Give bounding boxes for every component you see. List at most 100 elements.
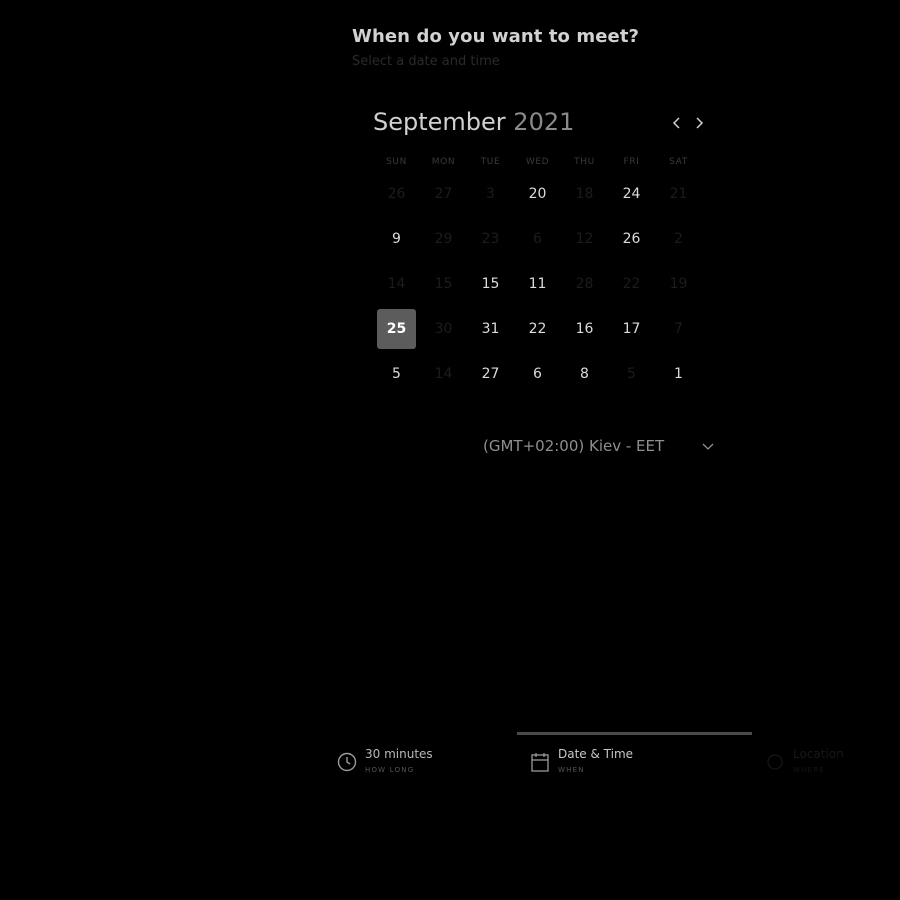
step-location-subtitle: WHERE (793, 766, 825, 774)
step-date-time[interactable]: Date & Time WHEN (530, 746, 660, 780)
calendar-day: 18 (561, 171, 608, 216)
calendar-day-number: 31 (481, 320, 500, 337)
timezone-label: (GMT+02:00) Kiev - EET (483, 437, 665, 455)
calendar-day: 15 (420, 261, 467, 306)
calendar-day: 5 (608, 351, 655, 396)
calendar-month: September (373, 108, 506, 136)
calendar-day-number: 2 (674, 230, 683, 247)
chevron-right-icon (696, 117, 704, 129)
step-date-time-subtitle: WHEN (558, 766, 585, 774)
calendar-day: 2 (655, 216, 702, 261)
chevron-down-icon (702, 443, 714, 450)
calendar-day-number: 27 (481, 365, 500, 382)
calendar-day-number: 3 (486, 185, 495, 202)
calendar-day[interactable]: 9 (373, 216, 420, 261)
calendar-day-number: 19 (669, 275, 688, 292)
weekday-header-row: SUN MON TUE WED THU FRI SAT (373, 157, 702, 167)
calendar-day-number: 29 (434, 230, 453, 247)
calendar-day: 7 (655, 306, 702, 351)
calendar-day-number: 9 (392, 230, 401, 247)
scheduler-page: When do you want to meet? Select a date … (0, 0, 900, 900)
calendar-day[interactable]: 5 (373, 351, 420, 396)
calendar-day[interactable]: 22 (514, 306, 561, 351)
weekday-label: WED (525, 157, 550, 167)
calendar-day-number: 11 (528, 275, 547, 292)
calendar-day-number: 14 (434, 365, 453, 382)
calendar-day-number: 5 (392, 365, 401, 382)
calendar-day-number: 24 (622, 185, 641, 202)
calendar-day-number: 6 (533, 230, 542, 247)
calendar-day-number: 5 (627, 365, 636, 382)
step-duration-title: 30 minutes (365, 747, 433, 761)
weekday-label: FRI (623, 157, 640, 167)
calendar-day: 14 (373, 261, 420, 306)
calendar-day-number: 21 (669, 185, 688, 202)
calendar-day-number: 8 (580, 365, 589, 382)
calendar-day-number: 28 (575, 275, 594, 292)
calendar-day-number: 22 (528, 320, 547, 337)
calendar-day-number: 1 (674, 365, 683, 382)
calendar-day[interactable]: 31 (467, 306, 514, 351)
booking-steps: 30 minutes HOW LONG Date & Time WHEN Loc… (0, 730, 900, 790)
calendar-day-number: 14 (387, 275, 406, 292)
calendar-day-number: 27 (434, 185, 453, 202)
clock-icon (337, 752, 357, 772)
calendar-day[interactable]: 8 (561, 351, 608, 396)
step-progress-bar (517, 732, 752, 735)
calendar-day[interactable]: 6 (514, 351, 561, 396)
next-month-button[interactable] (691, 112, 707, 134)
calendar-day[interactable]: 1 (655, 351, 702, 396)
page-title: When do you want to meet? (352, 26, 640, 47)
calendar-day-number: 16 (575, 320, 594, 337)
calendar-day-number: 26 (622, 230, 641, 247)
calendar-day: 3 (467, 171, 514, 216)
calendar-day: 28 (561, 261, 608, 306)
calendar-day-number: 26 (387, 185, 406, 202)
calendar-day-number: 25 (377, 308, 416, 349)
calendar-icon (531, 753, 549, 772)
calendar-day: 23 (467, 216, 514, 261)
step-duration[interactable]: 30 minutes HOW LONG (337, 746, 467, 780)
calendar-grid: 26 27 3 20 18 24 21 9 29 23 6 12 26 2 14 15 15 11 28 22 19 25… (373, 171, 702, 396)
calendar-day-number: 18 (575, 185, 594, 202)
calendar-day: 30 (420, 306, 467, 351)
calendar-day: 29 (420, 216, 467, 261)
calendar-day: 22 (608, 261, 655, 306)
calendar-day-selected[interactable]: 25 (373, 306, 420, 351)
calendar-day-number: 15 (434, 275, 453, 292)
calendar-month-title: September 2021 (373, 108, 574, 136)
calendar-day-number: 7 (674, 320, 683, 337)
calendar-day-number: 22 (622, 275, 641, 292)
calendar-day[interactable]: 24 (608, 171, 655, 216)
previous-month-button[interactable] (669, 112, 685, 134)
location-icon (767, 754, 783, 770)
calendar-day-number: 17 (622, 320, 641, 337)
calendar-day-number: 20 (528, 185, 547, 202)
step-location-title: Location (793, 747, 844, 761)
calendar-day: 21 (655, 171, 702, 216)
calendar-day[interactable]: 16 (561, 306, 608, 351)
calendar-day[interactable]: 11 (514, 261, 561, 306)
calendar-day: 27 (420, 171, 467, 216)
calendar-day: 14 (420, 351, 467, 396)
calendar-day: 26 (373, 171, 420, 216)
calendar-day[interactable]: 27 (467, 351, 514, 396)
calendar-year: 2021 (513, 108, 575, 136)
weekday-label: THU (574, 157, 595, 167)
calendar-day-number: 30 (434, 320, 453, 337)
weekday-label: MON (431, 157, 456, 167)
calendar-day: 19 (655, 261, 702, 306)
step-date-time-title: Date & Time (558, 747, 634, 761)
calendar-day[interactable]: 15 (467, 261, 514, 306)
calendar-day[interactable]: 17 (608, 306, 655, 351)
step-location[interactable]: Location WHERE (765, 746, 885, 780)
calendar-day[interactable]: 20 (514, 171, 561, 216)
calendar-day-number: 15 (481, 275, 500, 292)
step-duration-subtitle: HOW LONG (365, 766, 415, 774)
page-subtitle: Select a date and time (352, 54, 500, 69)
calendar-day: 12 (561, 216, 608, 261)
timezone-select[interactable]: (GMT+02:00) Kiev - EET (483, 436, 715, 458)
weekday-label: TUE (480, 157, 501, 167)
weekday-label: SAT (669, 157, 688, 167)
calendar-day[interactable]: 26 (608, 216, 655, 261)
